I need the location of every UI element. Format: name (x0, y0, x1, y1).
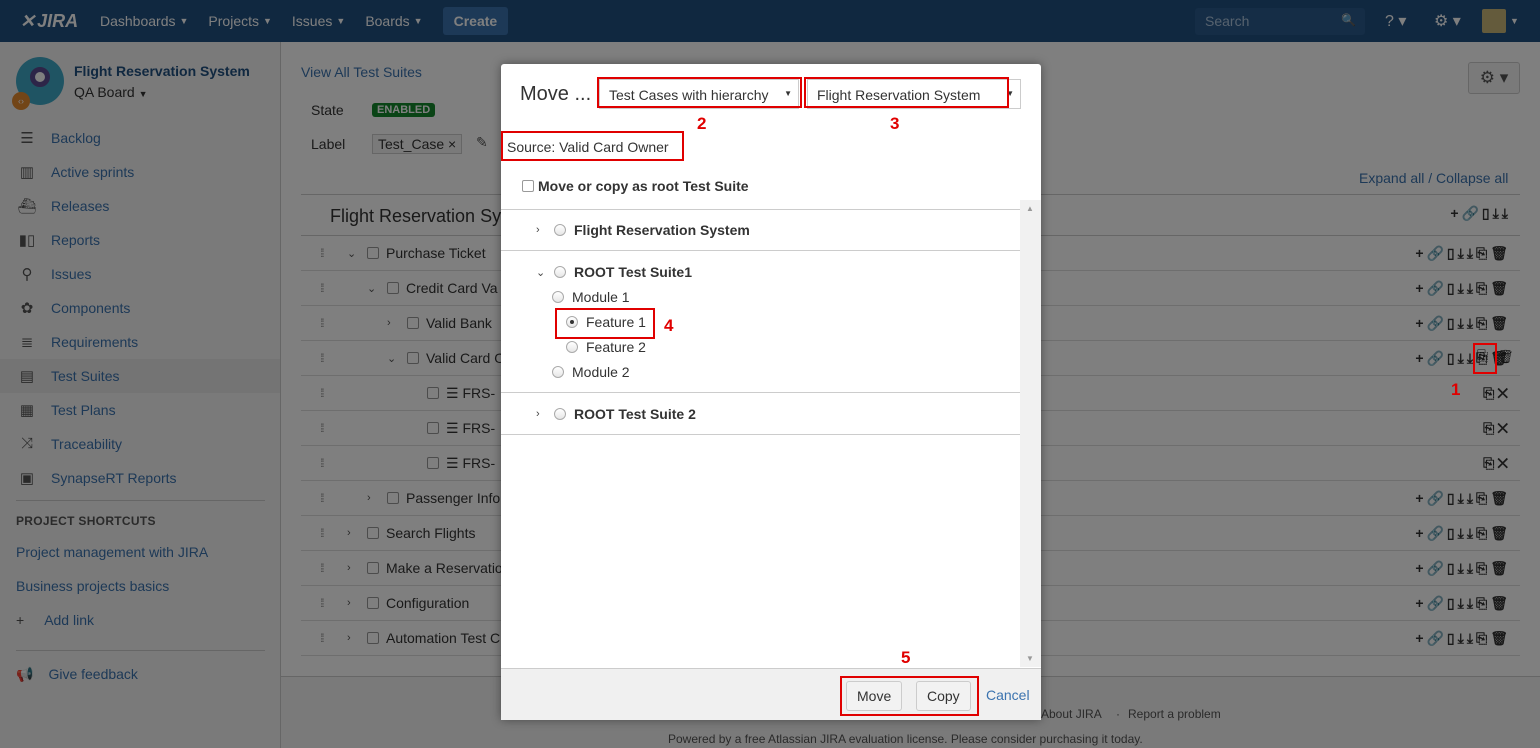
annotation-box-3 (804, 77, 1009, 108)
annotation-number: 5 (901, 648, 911, 667)
root-checkbox-row[interactable]: Move or copy as root Test Suite (522, 178, 749, 194)
annotation-number: 1 (1451, 380, 1461, 399)
dialog-footer: Move Copy Cancel (501, 668, 1041, 720)
dialog-title: Move ... (520, 83, 592, 105)
tree-node-module-2[interactable]: Module 2 (552, 364, 630, 380)
tree-node-feature-2[interactable]: Feature 2 (566, 339, 646, 355)
tree-node-label: Flight Reservation System (574, 222, 750, 238)
tree-node-radio[interactable] (552, 291, 564, 303)
tree-node-radio[interactable] (554, 224, 566, 236)
tree-node-root-test-suite1[interactable]: ⌄ ROOT Test Suite1 (536, 264, 692, 280)
root-checkbox-label: Move or copy as root Test Suite (538, 178, 749, 194)
tree-node-label: Module 2 (572, 364, 630, 380)
tree-node-root-test-suite-2[interactable]: › ROOT Test Suite 2 (536, 406, 696, 422)
tree-scrollbar[interactable]: ▲ ▼ (1020, 200, 1041, 667)
tree-divider (501, 392, 1020, 393)
tree-node-radio[interactable] (552, 366, 564, 378)
tree-node-radio[interactable] (554, 408, 566, 420)
tree-node-radio[interactable] (566, 341, 578, 353)
annotation-number: 3 (890, 114, 900, 133)
annotation-number: 4 (664, 316, 674, 335)
tree-divider (501, 250, 1020, 251)
tree-divider (501, 434, 1020, 435)
chevron-right-icon[interactable]: › (536, 408, 550, 420)
annotation-number: 2 (697, 114, 707, 133)
annotation-box-2 (597, 77, 802, 108)
tree-node-label: Module 1 (572, 289, 630, 305)
annotation-box-5 (840, 676, 979, 716)
chevron-right-icon[interactable]: › (536, 224, 550, 236)
root-checkbox[interactable] (522, 180, 534, 192)
tree-node-label: ROOT Test Suite1 (574, 264, 692, 280)
tree-node-flight-reservation-system[interactable]: › Flight Reservation System (536, 222, 750, 238)
tree-node-label: ROOT Test Suite 2 (574, 406, 696, 422)
tree-node-radio[interactable] (554, 266, 566, 278)
cancel-link[interactable]: Cancel (986, 687, 1030, 703)
move-icon[interactable]: ⎘ (1477, 347, 1488, 364)
annotation-box-4 (555, 308, 655, 339)
chevron-down-icon[interactable]: ⌄ (536, 266, 550, 279)
destination-tree: › Flight Reservation System ⌄ ROOT Test Su… (501, 209, 1020, 669)
tree-node-label: Feature 2 (586, 339, 646, 355)
trash-icon[interactable]: 🗑 (1497, 349, 1514, 365)
move-dialog: Move ... Test Cases with hierarchy ▼ 2 Fl… (501, 64, 1041, 720)
tree-node-module-1[interactable]: Module 1 (552, 289, 630, 305)
scroll-down-icon[interactable]: ▼ (1026, 654, 1034, 663)
scroll-up-icon[interactable]: ▲ (1026, 204, 1034, 213)
annotation-box-source (501, 131, 684, 161)
